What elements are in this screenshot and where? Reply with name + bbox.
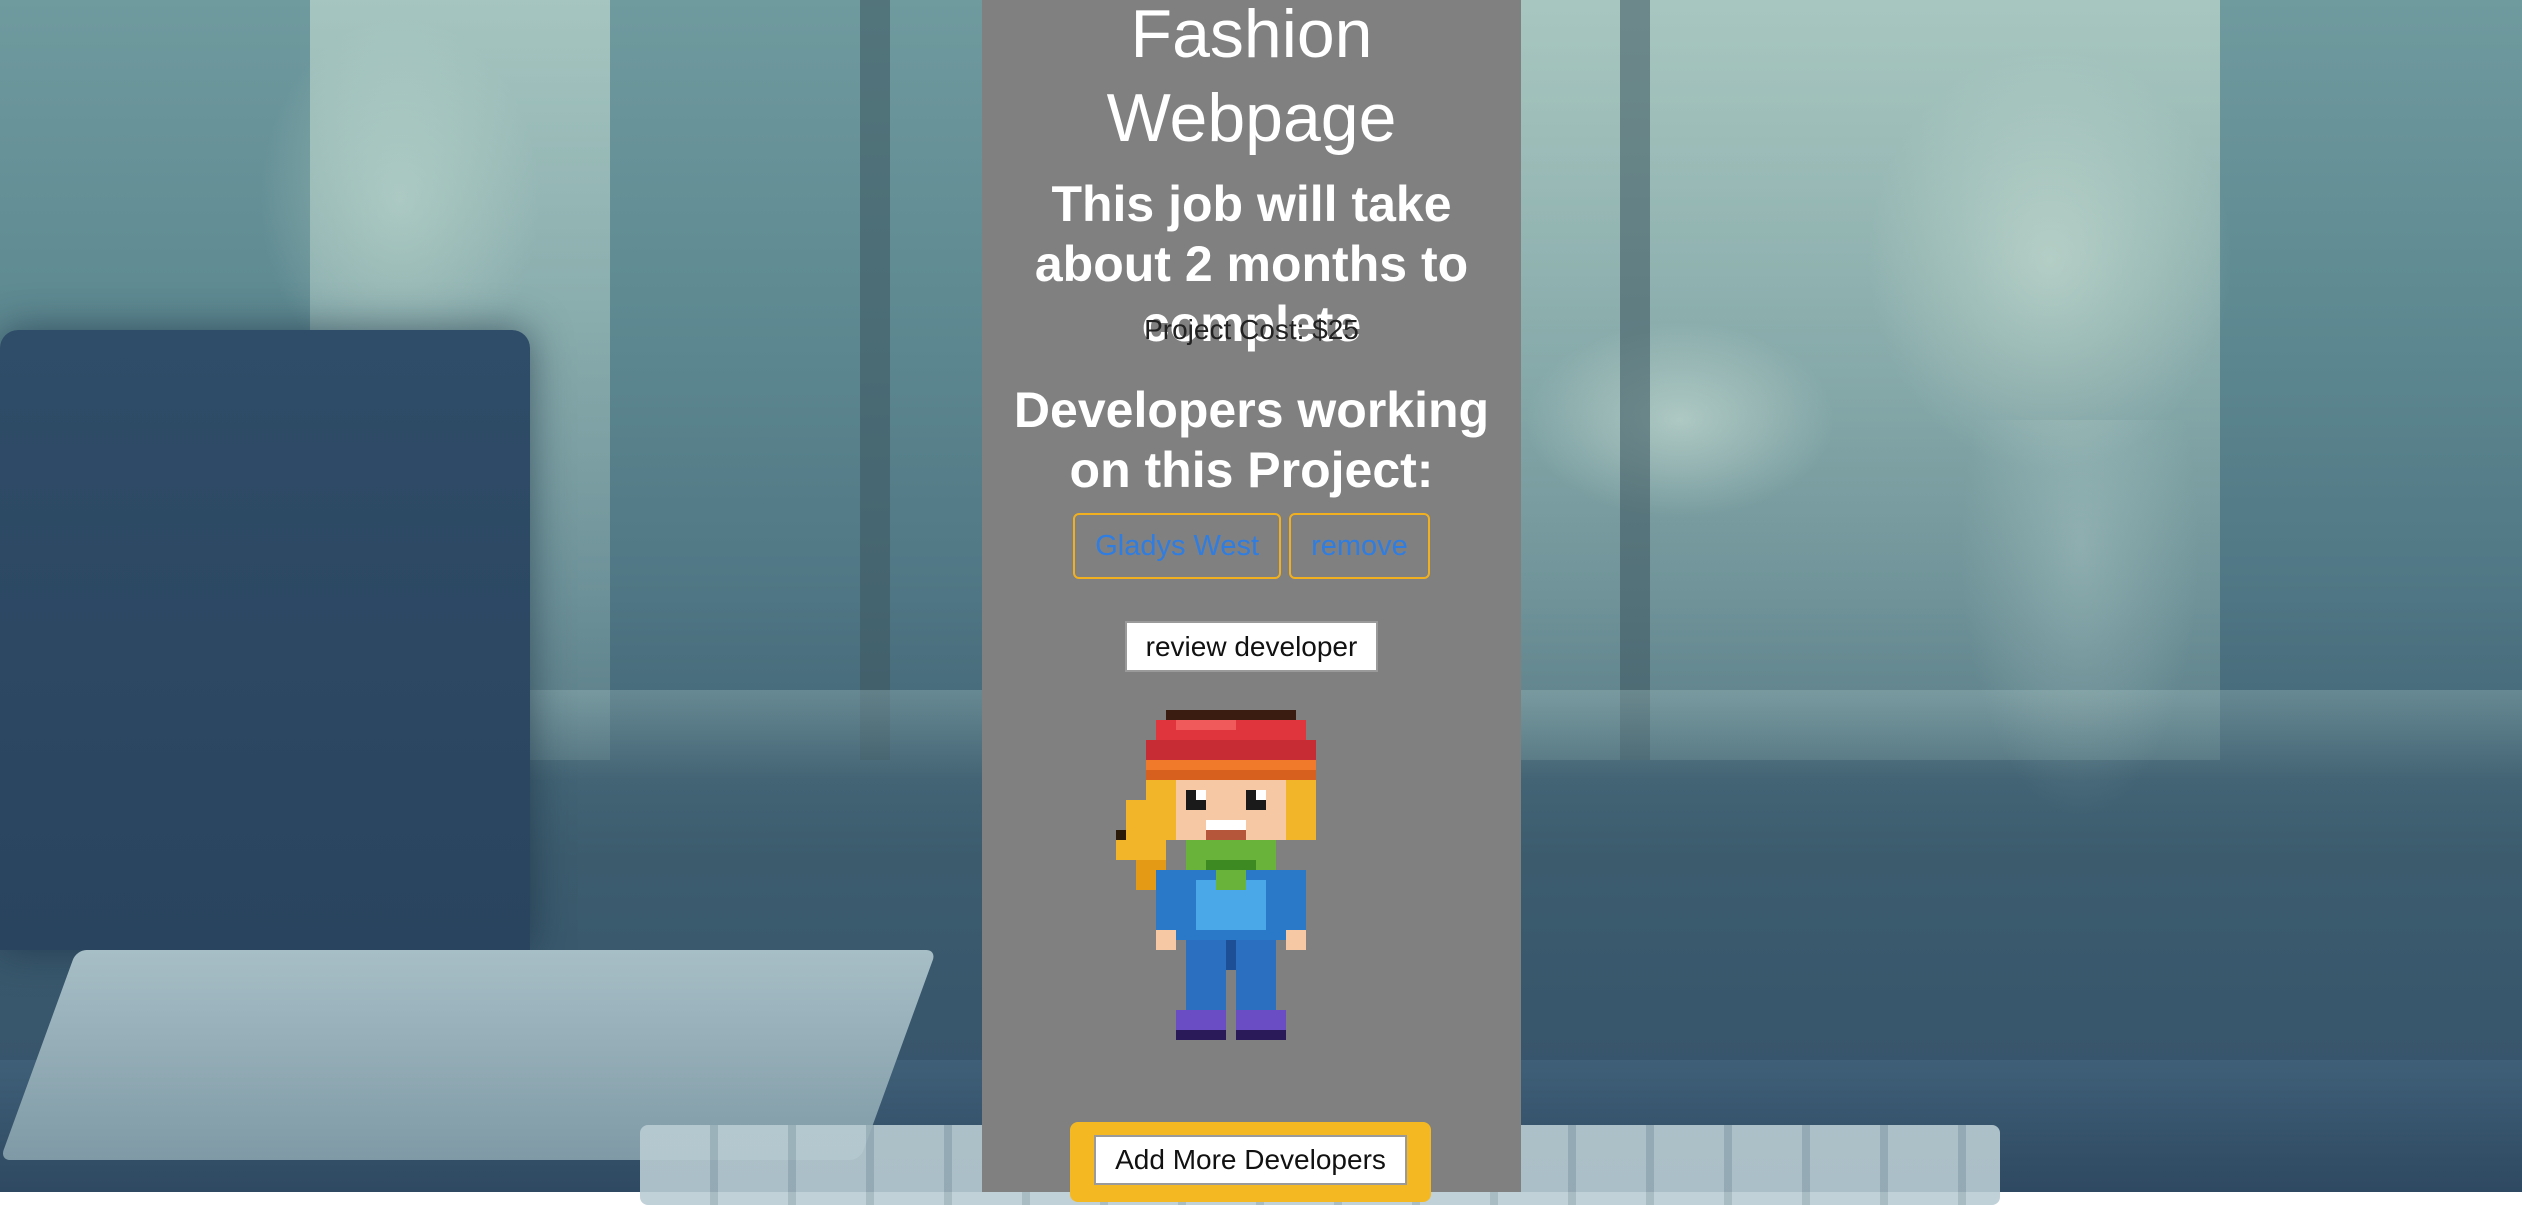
- project-cost: Project Cost: $25: [982, 313, 1521, 347]
- developer-row: Gladys West remove: [982, 513, 1521, 579]
- remove-developer-button[interactable]: remove: [1289, 513, 1430, 579]
- developer-avatar: [1116, 700, 1356, 1100]
- background-pillar: [860, 0, 890, 760]
- project-panel: Fashion Webpage This job will take about…: [982, 0, 1521, 1192]
- add-more-developers-button[interactable]: Add More Developers: [1094, 1135, 1407, 1185]
- developer-name-button[interactable]: Gladys West: [1073, 513, 1281, 579]
- add-developers-container: Add More Developers: [1070, 1122, 1431, 1202]
- background-pillar: [1620, 0, 1650, 760]
- review-developer-button[interactable]: review developer: [1125, 621, 1378, 672]
- project-title: Fashion Webpage: [982, 0, 1521, 160]
- developers-heading: Developers working on this Project:: [982, 380, 1521, 500]
- background-laptop-screen: [0, 330, 530, 950]
- background-glass: [1950, 420, 2210, 840]
